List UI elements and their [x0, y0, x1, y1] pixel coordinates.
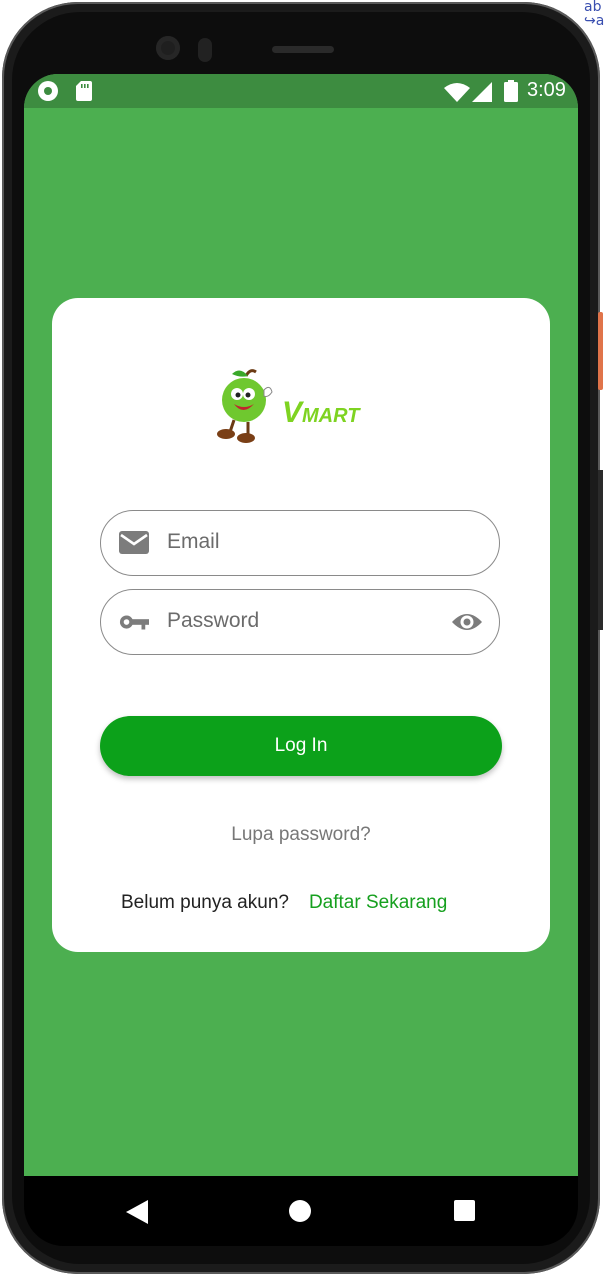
eye-icon[interactable]: [451, 609, 483, 635]
app-screen: 3:09 VMART Email Log In Lupa password? B…: [24, 74, 578, 1176]
wifi-icon: [444, 83, 470, 102]
apple-mascot-icon: [217, 369, 273, 443]
key-icon: [119, 615, 149, 630]
login-card: VMART Log In Lupa p: [52, 298, 550, 952]
signup-link[interactable]: Daftar Sekarang: [309, 892, 447, 913]
sd-card-icon: [76, 81, 92, 101]
front-camera: [156, 36, 180, 60]
volume-button: [598, 470, 603, 630]
recents-icon[interactable]: [454, 1200, 475, 1221]
corner-partial-glyph: ab ↪a: [584, 0, 604, 29]
power-button: [598, 312, 603, 390]
vmart-wordmark: VMART: [282, 396, 359, 430]
signup-row: Belum punya akun? Daftar Sekarang: [121, 892, 447, 914]
login-button[interactable]: Log In: [100, 716, 502, 776]
home-icon[interactable]: [289, 1200, 311, 1222]
proximity-sensor: [198, 38, 212, 62]
mail-icon: [119, 531, 149, 554]
signal-icon: [472, 82, 492, 102]
record-icon: [38, 81, 58, 101]
battery-icon: [504, 80, 518, 102]
logo-v: V: [282, 396, 303, 429]
vmart-logo: VMART: [210, 368, 370, 448]
earpiece-speaker: [272, 46, 334, 53]
status-time: 3:09: [527, 79, 566, 101]
navigation-bar: [24, 1176, 578, 1246]
email-field[interactable]: [100, 510, 500, 576]
email-input[interactable]: [167, 521, 427, 563]
status-bar: 3:09: [24, 74, 578, 108]
password-field[interactable]: [100, 589, 500, 655]
logo-mart: MART: [302, 405, 360, 427]
back-icon[interactable]: [126, 1200, 148, 1224]
forgot-password-link[interactable]: Lupa password?: [52, 824, 550, 846]
password-input[interactable]: [167, 600, 427, 642]
signup-question: Belum punya akun?: [121, 892, 289, 913]
